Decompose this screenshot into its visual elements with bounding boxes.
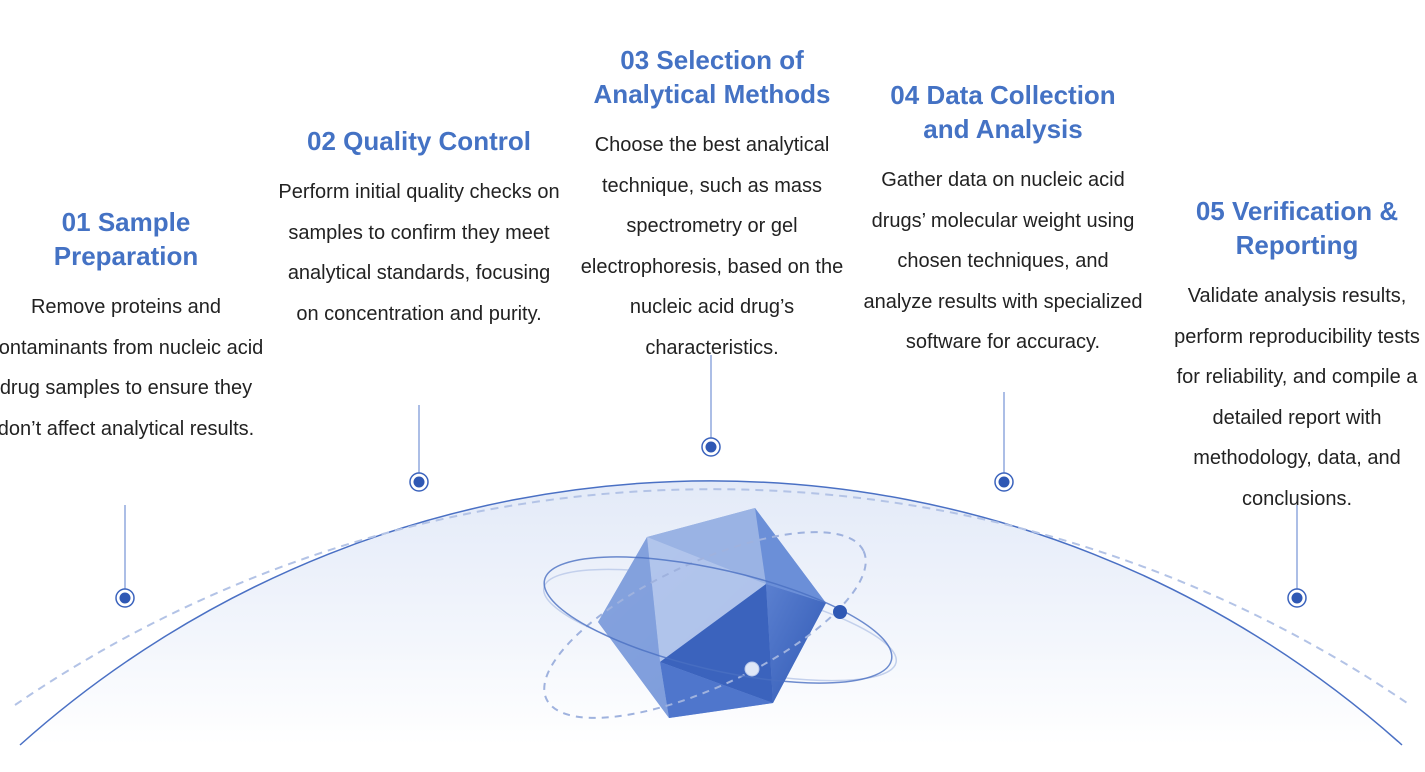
step-title: 03 Selection of Analytical Methods <box>593 45 831 109</box>
step-4: 04 Data Collection and Analysis Gather d… <box>862 78 1144 363</box>
step-title: 04 Data Collection and Analysis <box>890 80 1116 144</box>
step-2: 02 Quality Control Perform initial quali… <box>277 124 561 334</box>
step-description: Gather data on nucleic acid drugs’ molec… <box>863 169 1143 353</box>
step-description: Perform initial quality checks on sample… <box>278 181 560 325</box>
step-1: 01 Sample Preparation Remove proteins an… <box>0 205 271 449</box>
step-description: Choose the best analytical technique, su… <box>580 134 844 359</box>
step-description: Validate analysis results, perform repro… <box>1174 285 1420 510</box>
step-3: 03 Selection of Analytical Methods Choos… <box>576 43 848 368</box>
step-description: Remove proteins and contaminants from nu… <box>0 296 264 440</box>
step-5: 05 Verification & Reporting Validate ana… <box>1160 194 1425 519</box>
step-title: 05 Verification & Reporting <box>1195 196 1399 260</box>
step-title: 01 Sample Preparation <box>53 207 199 271</box>
step-title: 02 Quality Control <box>307 126 531 156</box>
